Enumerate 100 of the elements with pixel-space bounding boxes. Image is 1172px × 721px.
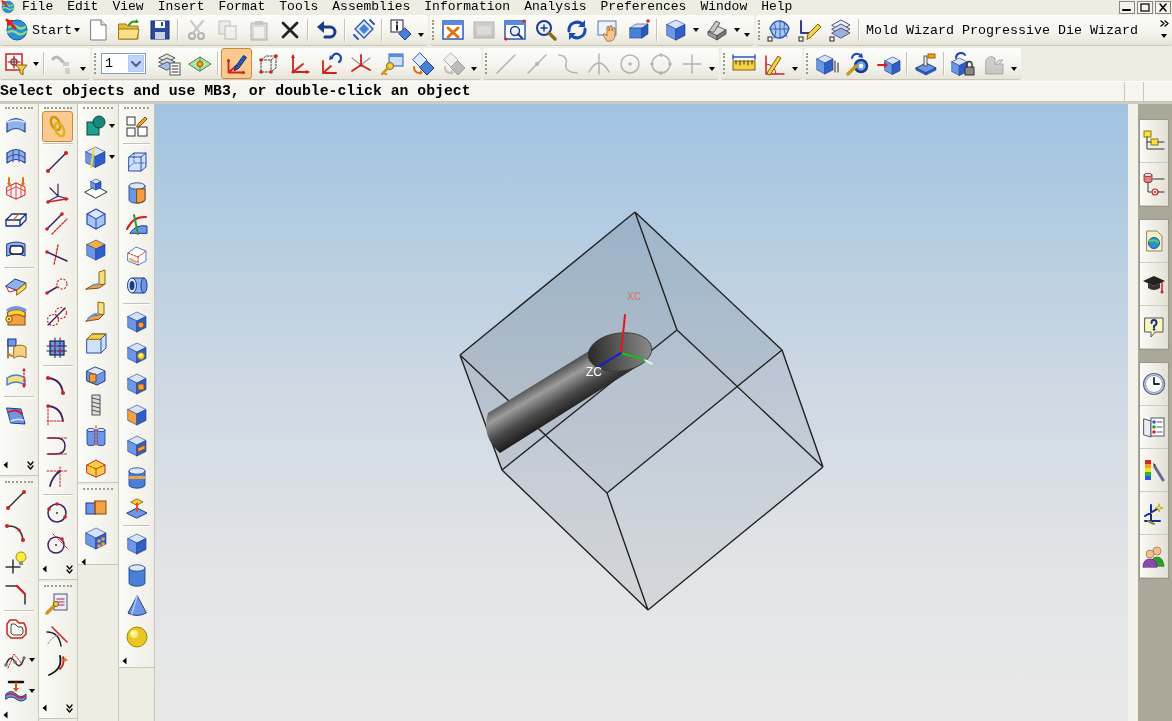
command-label[interactable]: Mold Wizard — [862, 22, 958, 38]
cube-icon[interactable] — [663, 18, 688, 42]
help-icon[interactable] — [1140, 306, 1168, 349]
cube-holes-icon[interactable] — [84, 526, 108, 550]
bent-sheet-icon[interactable] — [84, 300, 108, 324]
plate-arrow-icon[interactable] — [125, 496, 149, 520]
left-arrow-icon[interactable] — [122, 656, 127, 665]
l-frame-icon[interactable] — [125, 243, 149, 267]
mesh-icon[interactable] — [766, 18, 791, 42]
cube-slot-icon[interactable] — [125, 434, 149, 458]
menu-item[interactable]: File — [15, 0, 61, 14]
layer-select[interactable]: 1 — [101, 53, 146, 74]
surface-press-icon[interactable] — [4, 679, 28, 703]
caret-icon[interactable] — [471, 67, 477, 71]
caret-icon[interactable] — [418, 33, 424, 37]
caret-icon[interactable] — [108, 124, 115, 128]
flag-surface-icon[interactable] — [4, 336, 28, 360]
roller-icon[interactable] — [4, 305, 28, 329]
rounded-cube-icon[interactable] — [84, 207, 108, 231]
maximize-icon[interactable] — [1137, 0, 1153, 14]
hand-icon[interactable] — [595, 18, 620, 42]
menu-item[interactable]: Format — [211, 0, 273, 14]
double-chevron-icon[interactable] — [1159, 20, 1169, 27]
mesh-arrows-icon[interactable] — [4, 176, 28, 200]
left-arrow-icon[interactable] — [42, 565, 47, 573]
caret-icon[interactable] — [33, 61, 39, 66]
box-frame-icon[interactable] — [125, 150, 149, 174]
diamond-arrow-icon[interactable] — [410, 51, 435, 76]
cut-cylinder-icon[interactable] — [125, 181, 149, 205]
line-icon[interactable] — [4, 488, 28, 512]
sketch-icon[interactable] — [125, 114, 149, 138]
menu-item[interactable]: Tools — [272, 0, 326, 14]
grid-square-icon[interactable] — [45, 336, 69, 360]
layer-list-icon[interactable] — [156, 51, 181, 76]
cone-icon[interactable] — [125, 594, 149, 618]
u-curve-icon[interactable] — [45, 434, 69, 458]
info-icon[interactable] — [388, 18, 413, 42]
cube-pocket-icon[interactable] — [125, 372, 149, 396]
layers-icon[interactable] — [828, 18, 853, 42]
cube-lock-icon[interactable] — [950, 51, 975, 76]
tree-icon[interactable] — [1140, 120, 1168, 163]
bent-sheet-icon[interactable] — [84, 269, 108, 293]
magnifier-icon[interactable] — [533, 18, 558, 42]
left-arrow-icon[interactable] — [81, 557, 86, 566]
caret-icon[interactable] — [28, 658, 35, 662]
zoom-window-icon[interactable] — [502, 18, 527, 42]
start-menu[interactable]: Start — [2, 18, 82, 42]
color-bar-icon[interactable] — [1140, 449, 1168, 492]
caret-icon[interactable] — [108, 155, 115, 159]
axes-light-icon[interactable] — [1140, 492, 1168, 535]
circle-icon[interactable] — [45, 501, 69, 525]
circle-tangent-icon[interactable] — [45, 532, 69, 556]
clock-icon[interactable] — [1140, 363, 1168, 406]
wrench-gear-icon[interactable] — [845, 51, 870, 76]
caret-icon[interactable] — [792, 67, 798, 71]
sphere-icon[interactable] — [125, 625, 149, 649]
fit-view-icon[interactable] — [440, 18, 465, 42]
cylindrical-hole[interactable] — [486, 332, 653, 453]
folder-icon[interactable] — [116, 18, 141, 42]
users-icon[interactable] — [1140, 535, 1168, 578]
axes-pen-icon[interactable] — [221, 48, 252, 79]
outline-icon[interactable] — [4, 617, 28, 641]
line-segment-icon[interactable] — [45, 150, 69, 174]
graduation-cap-icon[interactable] — [1140, 263, 1168, 306]
double-chevron-icon[interactable] — [66, 564, 73, 574]
caret-icon[interactable] — [80, 67, 86, 71]
circles-icon[interactable] — [45, 305, 69, 329]
bracket-icon[interactable] — [704, 18, 729, 42]
curve-cross-icon[interactable] — [45, 623, 69, 647]
double-chevron-icon[interactable] — [27, 460, 34, 470]
cube-icon[interactable] — [125, 532, 149, 556]
part-tree-icon[interactable] — [1140, 163, 1168, 206]
key-icon[interactable] — [379, 51, 404, 76]
pyramid-block-icon[interactable] — [84, 176, 108, 200]
cube-hole-icon[interactable] — [125, 310, 149, 334]
web-page-icon[interactable] — [1140, 220, 1168, 263]
caret-icon[interactable] — [1161, 34, 1167, 38]
menu-item[interactable]: Analysis — [517, 0, 594, 14]
menu-item[interactable]: Insert — [150, 0, 212, 14]
diamond-icon[interactable] — [351, 18, 376, 42]
menu-item[interactable]: Preferences — [593, 0, 694, 14]
caret-icon[interactable] — [734, 28, 740, 32]
box-icon[interactable] — [84, 331, 108, 355]
chain-icon[interactable] — [41, 110, 73, 142]
transparent-block[interactable] — [459, 211, 824, 611]
axes-line-icon[interactable] — [45, 181, 69, 205]
graphics-window[interactable]: XC ZC — [155, 104, 1128, 721]
caret-icon[interactable] — [693, 28, 699, 32]
caret-icon[interactable] — [28, 689, 35, 693]
offset-curve-icon[interactable] — [45, 654, 69, 678]
cube-icon[interactable] — [84, 238, 108, 262]
menu-item[interactable]: Information — [417, 0, 518, 14]
caret-icon[interactable] — [744, 33, 750, 37]
block-pin-icon[interactable] — [913, 51, 938, 76]
cube-face-icon[interactable] — [125, 403, 149, 427]
double-chevron-icon[interactable] — [66, 703, 73, 713]
filter-icon[interactable] — [3, 51, 28, 76]
left-arrow-icon[interactable] — [3, 710, 8, 719]
box-icon[interactable] — [626, 18, 651, 42]
split-surface-icon[interactable] — [125, 212, 149, 236]
